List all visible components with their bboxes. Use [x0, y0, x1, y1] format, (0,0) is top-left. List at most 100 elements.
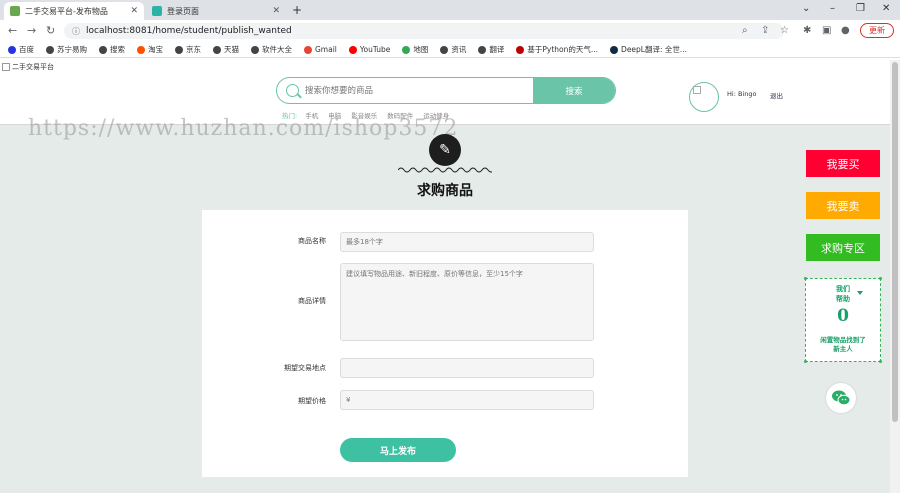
page: 二手交易平台 搜索 热门: 手机 电脑 影音娱乐 数码配件 运动健身 Hi: B… — [0, 60, 890, 493]
reload-icon[interactable]: ↻ — [46, 24, 55, 37]
bookmark-item[interactable]: DeepL翻译: 全世... — [610, 44, 687, 55]
publish-form: 商品名称 商品详情 期望交易地点 期望价格 马上发布 — [202, 210, 688, 477]
bookmark-item[interactable]: 淘宝 — [137, 44, 163, 55]
corner-dot — [879, 360, 882, 363]
name-label: 商品名称 — [298, 237, 326, 245]
bookmark-item[interactable]: 地图 — [402, 44, 428, 55]
bookmark-label: 淘宝 — [148, 45, 163, 54]
wechat-icon — [832, 390, 851, 406]
bookmark-item[interactable]: 搜索 — [99, 44, 125, 55]
url-text: localhost:8081/home/student/publish_want… — [86, 26, 292, 36]
tab-title: 登录页面 — [167, 6, 199, 16]
bookmark-item[interactable]: 资讯 — [440, 44, 466, 55]
detail-field[interactable] — [340, 263, 594, 341]
avatar[interactable] — [689, 82, 719, 112]
bookmark-star-icon[interactable]: ☆ — [780, 25, 789, 36]
tab-login[interactable]: 登录页面 ✕ — [146, 2, 286, 20]
tab-title: 二手交易平台-发布物品 — [25, 6, 108, 16]
bookmark-label: 翻译 — [489, 45, 505, 54]
tab-publish[interactable]: 二手交易平台-发布物品 ✕ — [4, 2, 144, 20]
bookmark-item[interactable]: 天猫 — [213, 44, 239, 55]
buy-button[interactable]: 我要买 — [806, 150, 880, 177]
bookmark-item[interactable]: YouTube — [348, 45, 391, 54]
youtube-icon — [348, 45, 357, 54]
bookmark-label: 地图 — [413, 45, 429, 54]
search-icon — [286, 84, 299, 97]
search-input[interactable] — [277, 78, 533, 103]
chevron-down-icon[interactable]: ⌄ — [802, 3, 810, 14]
bookmark-label: 搜索 — [110, 45, 125, 54]
location-label: 期望交易地点 — [284, 364, 326, 372]
bookmark-label: 天猫 — [224, 45, 239, 54]
bookmark-item[interactable]: 百度 — [8, 44, 34, 55]
close-icon[interactable]: ✕ — [130, 6, 138, 16]
browser-tab-bar: 二手交易平台-发布物品 ✕ 登录页面 ✕ + ⌄ – ❐ ✕ — [0, 0, 900, 20]
help-counter-box: 我们 帮助 0 闲置物品找到了 新主人 — [804, 277, 882, 363]
sell-button[interactable]: 我要卖 — [806, 192, 880, 219]
bookmarks-bar: 百度 苏宁易购 搜索 淘宝 京东 天猫 软件大全 Gmail YouTube 地图 资讯 翻译 基于Py… — [0, 42, 900, 58]
bookmark-item[interactable]: 苏宁易购 — [46, 44, 87, 55]
profile-icon[interactable]: ● — [841, 25, 850, 36]
bookmark-label: Gmail — [315, 45, 337, 54]
help-count: 0 — [837, 306, 849, 326]
wanted-button[interactable]: 求购专区 — [806, 234, 880, 261]
form-title: 求购商品 — [417, 183, 473, 199]
bookmark-label: 苏宁易购 — [57, 45, 87, 54]
logout-link[interactable]: 退出 — [770, 90, 783, 100]
update-button[interactable]: 更新 — [860, 23, 894, 38]
info-icon[interactable]: ⓘ — [72, 26, 80, 37]
forward-icon[interactable]: → — [27, 24, 36, 37]
bookmark-label: YouTube — [359, 45, 391, 54]
maps-icon — [402, 45, 411, 54]
publish-button[interactable]: 马上发布 — [340, 438, 456, 462]
url-field[interactable]: ⓘ localhost:8081/home/student/publish_wa… — [64, 23, 784, 39]
location-field[interactable] — [340, 358, 594, 378]
globe-icon — [99, 45, 107, 54]
extensions-icon[interactable]: ✱ — [803, 25, 811, 36]
bookmark-item[interactable]: 基于Python的天气... — [516, 44, 598, 55]
price-field[interactable] — [340, 390, 594, 410]
corner-dot — [804, 360, 807, 363]
globe-icon — [175, 45, 183, 54]
help-title: 我们 帮助 — [836, 284, 850, 303]
name-field[interactable] — [340, 232, 594, 252]
search-button[interactable]: 搜索 — [533, 78, 615, 103]
address-bar-row: ← → ↻ ⓘ localhost:8081/home/student/publ… — [0, 20, 900, 42]
deepl-icon — [610, 45, 619, 54]
site-logo[interactable]: 二手交易平台 — [2, 62, 54, 72]
window-close-icon[interactable]: ✕ — [882, 3, 890, 14]
bookmark-item[interactable]: 翻译 — [478, 44, 504, 55]
bookmark-label: 百度 — [19, 45, 34, 54]
sidepanel-icon[interactable]: ▣ — [822, 25, 831, 36]
logo-alt-text: 二手交易平台 — [12, 63, 54, 71]
baidu-icon — [8, 45, 16, 54]
gmail-icon — [304, 45, 312, 54]
site-icon — [152, 6, 162, 16]
new-tab-icon[interactable]: + — [292, 3, 302, 17]
bookmark-label: 软件大全 — [262, 45, 292, 54]
corner-dot — [804, 277, 807, 280]
globe-icon — [251, 45, 259, 54]
share-icon[interactable]: ⇪ — [761, 25, 769, 36]
bookmark-label: 京东 — [186, 45, 201, 54]
help-subtitle: 闲置物品找到了 新主人 — [820, 336, 866, 353]
corner-dot — [879, 277, 882, 280]
back-icon[interactable]: ← — [8, 24, 17, 37]
broken-image-icon — [693, 86, 701, 94]
maximize-icon[interactable]: ❐ — [856, 3, 865, 14]
bookmark-label: 资讯 — [451, 45, 467, 54]
pencil-icon: ✎ — [429, 134, 461, 166]
bookmark-item[interactable]: 京东 — [175, 44, 201, 55]
search-bar: 搜索 — [276, 77, 616, 104]
zoom-icon[interactable]: ⌕ — [742, 25, 748, 36]
page-scrollbar[interactable] — [890, 60, 900, 493]
minimize-icon[interactable]: – — [830, 3, 835, 14]
user-greeting: Hi: Bingo — [727, 90, 757, 98]
leaf-icon — [10, 6, 20, 16]
wechat-button[interactable] — [826, 383, 856, 413]
close-icon[interactable]: ✕ — [272, 6, 280, 16]
bookmark-item[interactable]: Gmail — [304, 45, 337, 54]
bookmark-item[interactable]: 软件大全 — [251, 44, 292, 55]
price-label: 期望价格 — [298, 397, 326, 405]
scrollbar-thumb[interactable] — [892, 62, 898, 422]
